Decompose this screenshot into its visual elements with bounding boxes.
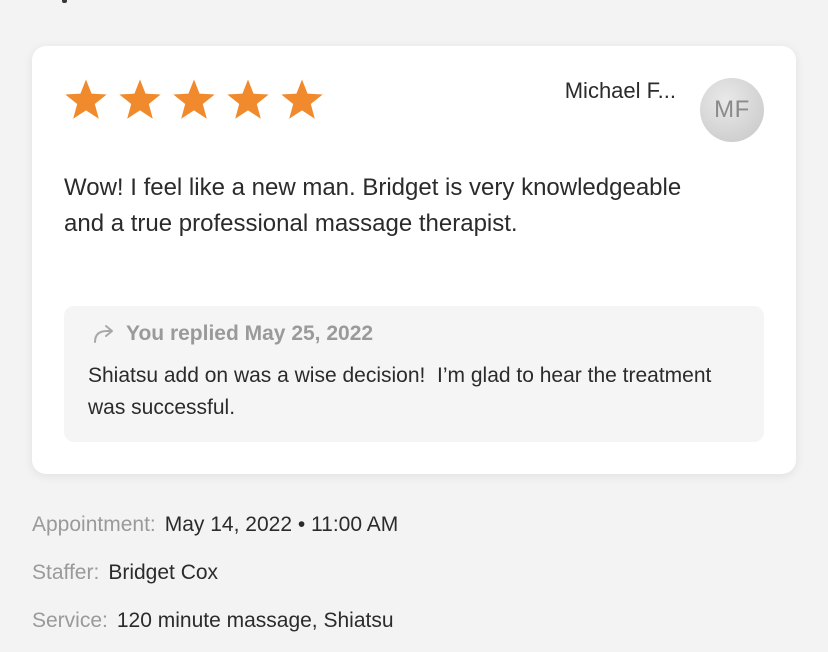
staffer-row: Staffer: Bridget Cox (32, 556, 792, 604)
service-label: Service: (32, 609, 108, 632)
star-icon (171, 78, 217, 122)
appointment-label: Appointment: (32, 513, 156, 536)
reply-header: You replied May 25, 2022 (92, 322, 373, 346)
avatar: MF (700, 78, 764, 142)
service-value: 120 minute massage, Shiatsu (116, 609, 394, 632)
star-icon (279, 78, 325, 122)
appointment-value: May 14, 2022 • 11:00 AM (164, 513, 399, 536)
star-icon (63, 78, 109, 122)
top-dot-fragment (62, 0, 67, 3)
review-card: Michael F... MF Wow! I feel like a new m… (32, 46, 796, 474)
appointment-row: Appointment: May 14, 2022 • 11:00 AM (32, 508, 792, 556)
service-row: Service: 120 minute massage, Shiatsu (32, 604, 792, 652)
reply-box: You replied May 25, 2022 Shiatsu add on … (64, 306, 764, 442)
star-icon (117, 78, 163, 122)
reply-arrow-icon (92, 324, 116, 344)
star-icon (225, 78, 271, 122)
reply-text: Shiatsu add on was a wise decision! I’m … (88, 364, 718, 419)
appointment-details: Appointment: May 14, 2022 • 11:00 AM Sta… (32, 508, 792, 652)
review-text: Wow! I feel like a new man. Bridget is v… (64, 174, 682, 237)
reply-header-text: You replied May 25, 2022 (126, 322, 374, 345)
reviewer-name: Michael F... (564, 78, 676, 103)
star-rating (63, 78, 325, 122)
staffer-value: Bridget Cox (108, 561, 219, 584)
staffer-label: Staffer: (32, 561, 100, 584)
